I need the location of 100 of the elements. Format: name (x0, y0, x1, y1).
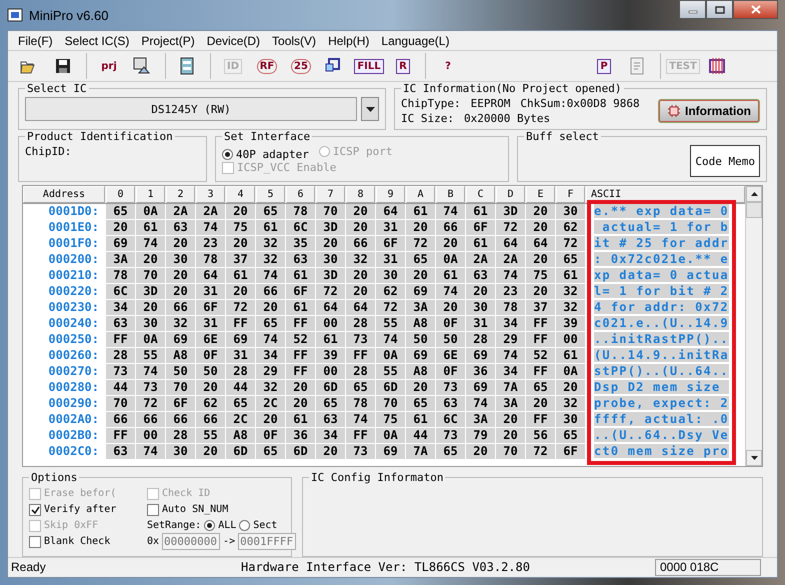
hex-cell: 55 (196, 428, 225, 443)
hex-cell: 65 (226, 396, 255, 411)
ascii-text: actual= 1 for b (594, 220, 729, 234)
minimize-button[interactable] (679, 0, 706, 19)
menu-item[interactable]: File(F) (12, 34, 59, 48)
information-button[interactable]: Information (658, 99, 760, 124)
column-header[interactable]: 4 (226, 186, 255, 203)
column-header[interactable]: D (496, 186, 525, 203)
column-header[interactable]: B (436, 186, 465, 203)
hex-cell: 6F (196, 300, 225, 315)
hex-cell: 36 (466, 364, 495, 379)
column-header[interactable]: C (466, 186, 495, 203)
checkbox[interactable] (29, 504, 41, 516)
menu-item[interactable]: Language(L) (375, 34, 456, 48)
column-header[interactable]: ASCII (586, 186, 745, 203)
hex-cell: 66 (196, 412, 225, 427)
hex-cell: 37 (226, 252, 255, 267)
toolbar-button[interactable]: RF (251, 52, 283, 80)
radio-button[interactable] (222, 149, 233, 160)
radio-button[interactable] (204, 520, 216, 532)
hex-cell: 29 (496, 332, 525, 347)
hex-cell: A8 (166, 348, 195, 363)
scroll-down-button[interactable] (746, 450, 762, 466)
column-header[interactable]: Address (23, 186, 105, 203)
hex-cell: 32 (556, 396, 585, 411)
column-header[interactable]: E (526, 186, 555, 203)
radio-button[interactable] (239, 520, 250, 532)
column-header[interactable]: A (406, 186, 435, 203)
ascii-text: it # 25 for addr (594, 236, 729, 250)
menu-item[interactable]: Select IC(S) (58, 34, 136, 48)
hex-cell: 64 (496, 236, 525, 251)
hex-cell: 3A (466, 412, 495, 427)
toolbar-button[interactable]: prj (93, 52, 125, 80)
hex-cell: 20 (466, 284, 495, 299)
hex-cell: 65 (556, 252, 585, 267)
hex-cell: 23 (196, 236, 225, 251)
toolbar-button[interactable]: R (387, 52, 419, 80)
hex-cell: 72 (376, 300, 405, 315)
hex-cell: 20 (256, 412, 285, 427)
hex-cell: FF (346, 428, 375, 443)
column-header[interactable]: 8 (346, 186, 375, 203)
ascii-text: ffff, actual: .0 (594, 412, 729, 426)
hex-cell: 32 (256, 380, 285, 395)
scrollbar-thumb[interactable] (746, 202, 762, 218)
menu-item[interactable]: Help(H) (322, 34, 376, 48)
dropdown-button[interactable] (361, 97, 379, 122)
hex-cell: FF (106, 428, 135, 443)
checkbox[interactable] (29, 536, 41, 548)
ascii-text: l= 1 for bit # 2 (594, 284, 729, 298)
column-header[interactable]: 3 (196, 186, 225, 203)
menu-item[interactable]: Device(D) (200, 34, 266, 48)
hex-cell: 6D (316, 380, 345, 395)
status-counter: 0000 018C (655, 558, 761, 576)
menu-item[interactable]: Project(P) (135, 34, 201, 48)
hex-cell: 3A (496, 396, 525, 411)
menu-item[interactable]: Tools(V) (266, 34, 322, 48)
hex-cell: 20 (226, 284, 255, 299)
hex-cell: 20 (406, 380, 435, 395)
hex-cell: 64 (526, 236, 555, 251)
checkbox[interactable] (147, 504, 159, 516)
toolbar-button[interactable]: P (588, 52, 620, 80)
hex-cell: 74 (346, 412, 375, 427)
column-header[interactable]: 2 (166, 186, 195, 203)
hex-cell: 32 (556, 284, 585, 299)
hex-cell: 30 (376, 268, 405, 283)
hex-cell: 0F (196, 348, 225, 363)
hex-cell: 73 (436, 380, 465, 395)
hex-cell: 3D (136, 284, 165, 299)
toolbar-button[interactable]: 25 (285, 52, 317, 80)
column-header[interactable]: 0 (106, 186, 135, 203)
option-label: Check ID (162, 488, 210, 500)
column-header[interactable]: 6 (286, 186, 315, 203)
hex-cell: 2A (466, 252, 495, 267)
toolbar-button[interactable]: ? (432, 52, 464, 80)
hex-cell: 30 (166, 252, 195, 267)
hex-cell: 70 (136, 268, 165, 283)
hex-cell: 30 (556, 412, 585, 427)
hex-cell: 30 (556, 204, 585, 219)
column-header[interactable]: 9 (376, 186, 405, 203)
code-memo-button[interactable]: Code Memo (690, 145, 760, 177)
close-button[interactable] (733, 0, 778, 19)
column-header[interactable]: F (556, 186, 585, 203)
hex-cell: 66 (166, 412, 195, 427)
hex-cell: 44 (226, 380, 255, 395)
option-label: Verify after (44, 504, 116, 516)
hex-cell: 70 (376, 396, 405, 411)
hex-cell: 20 (106, 220, 135, 235)
hex-cell: 20 (526, 284, 555, 299)
maximize-button[interactable] (706, 0, 733, 19)
option-label: 40P adapter (236, 148, 309, 162)
option-label: Erase befor( (44, 488, 116, 500)
column-header[interactable]: 1 (136, 186, 165, 203)
column-header[interactable]: 5 (256, 186, 285, 203)
hex-cell: 69 (166, 332, 195, 347)
column-header[interactable]: 7 (316, 186, 345, 203)
chip-select-field[interactable]: DS1245Y (RW) (25, 97, 357, 122)
hex-cell: 3A (406, 300, 435, 315)
scroll-up-button[interactable] (746, 186, 762, 202)
hex-cell: 20 (466, 444, 495, 459)
hex-cell: 0F (256, 428, 285, 443)
